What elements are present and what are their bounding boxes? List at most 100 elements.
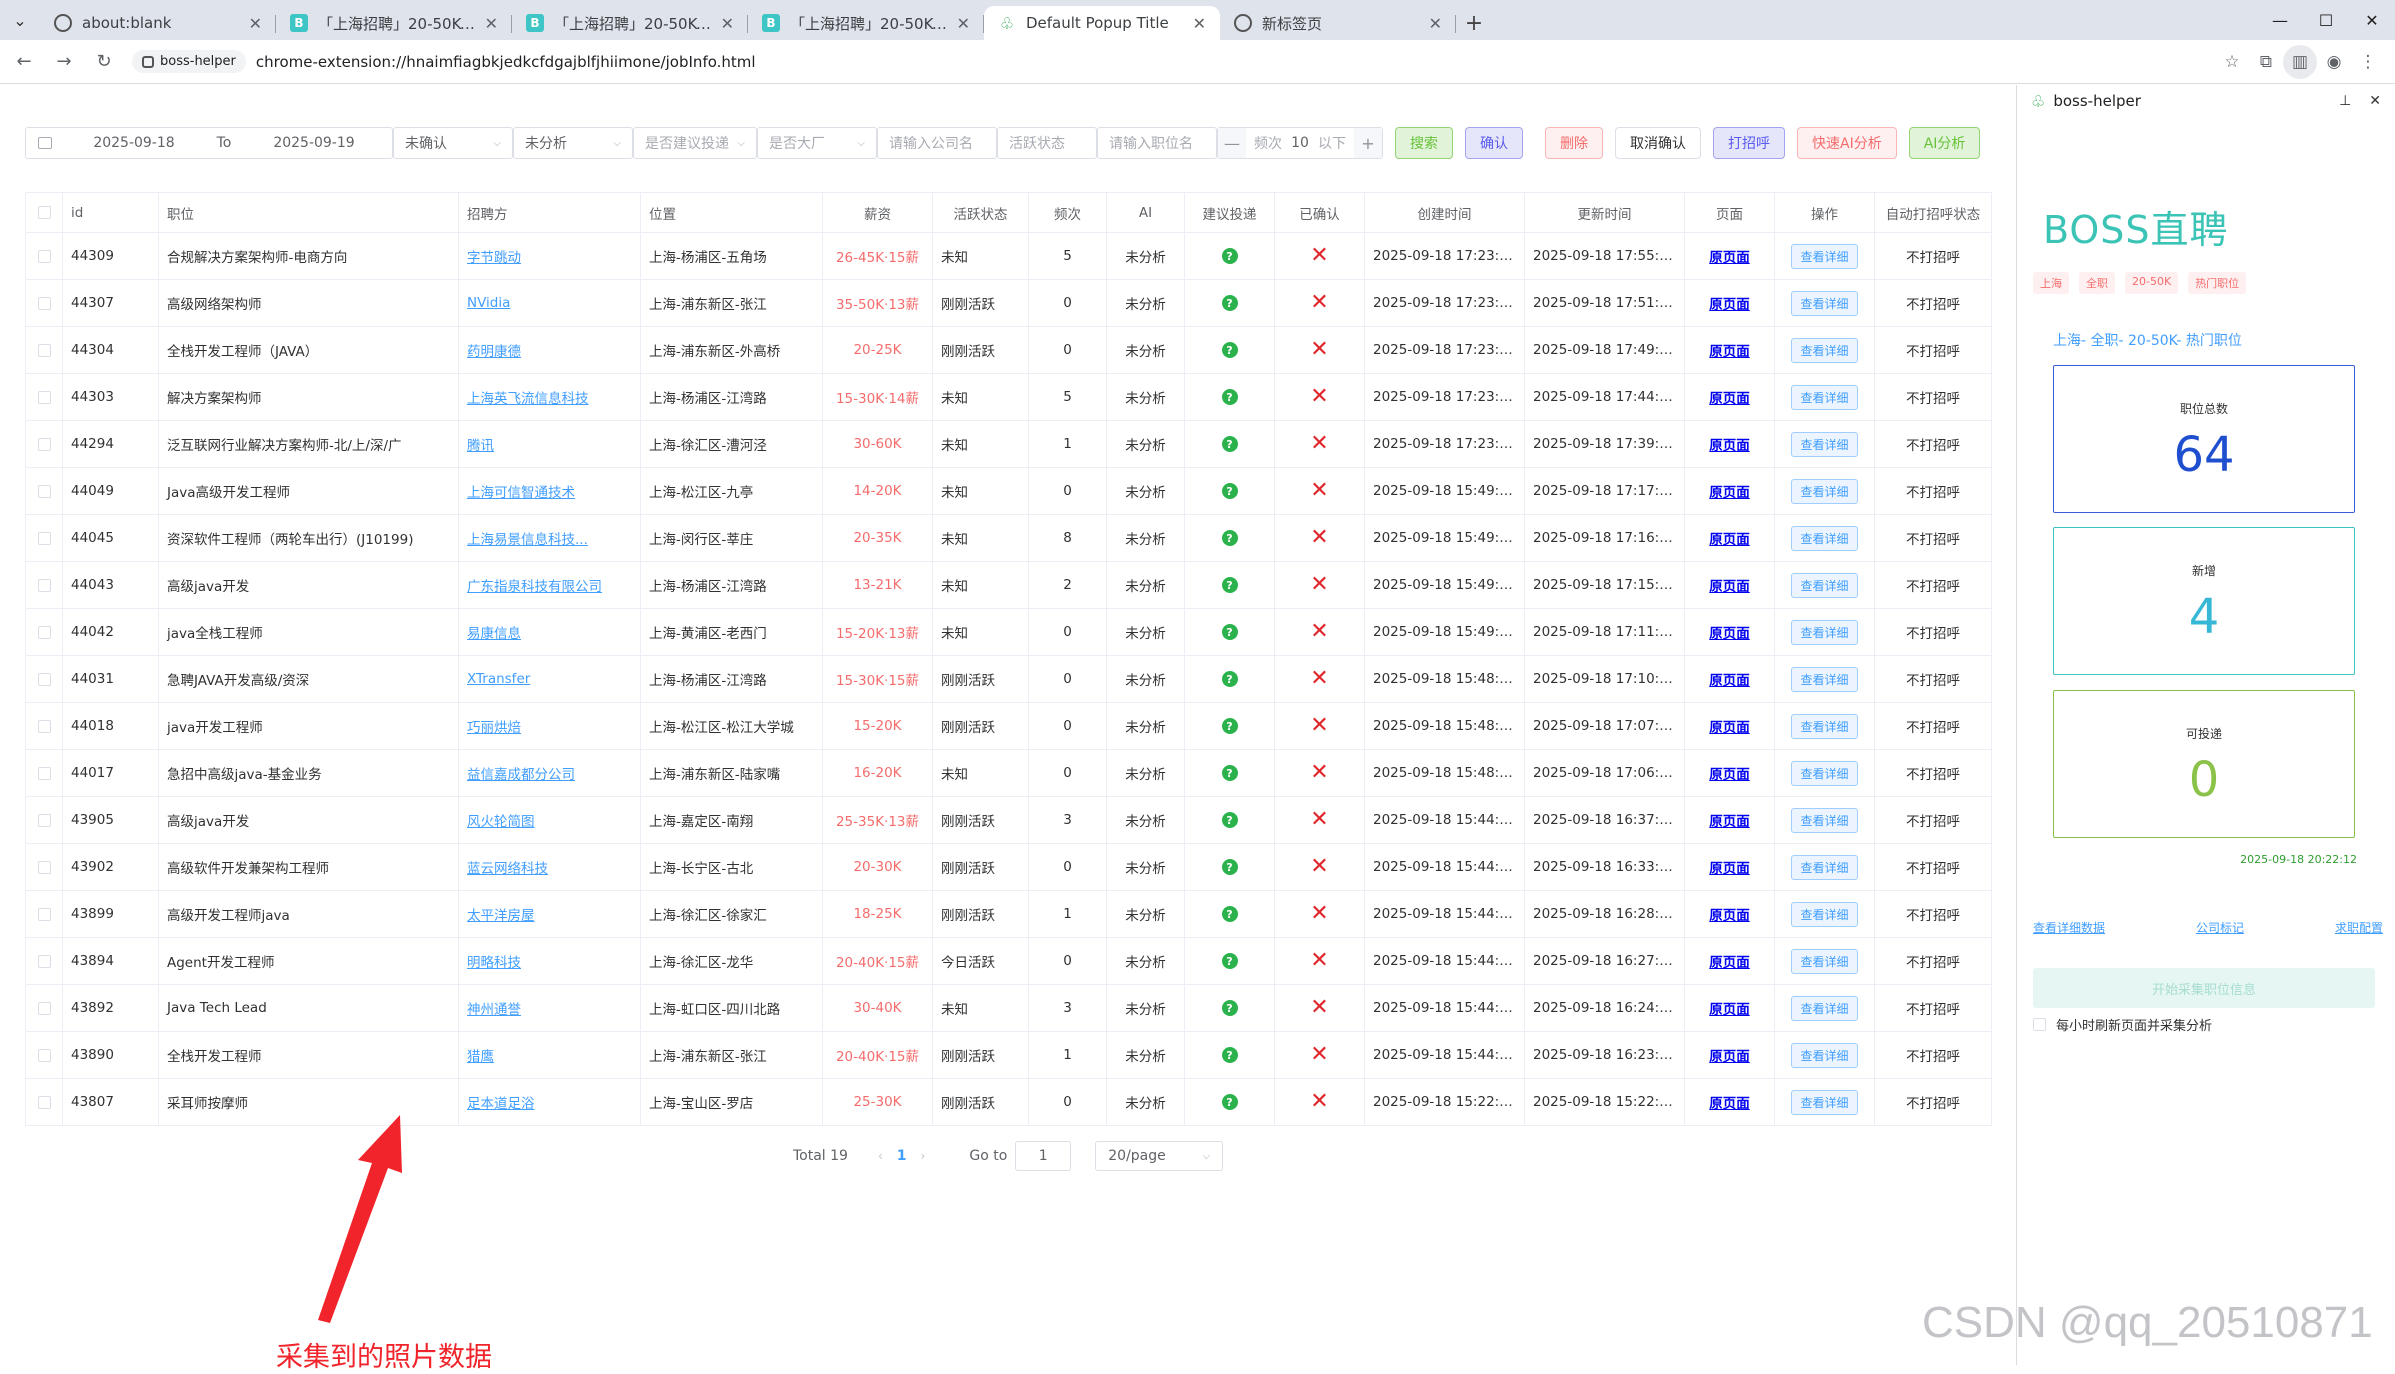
original-page-link[interactable]: 原页面 (1709, 1096, 1750, 1112)
frequency-stepper[interactable]: — 频次 10 以下 + (1217, 127, 1383, 159)
profile-icon[interactable]: ◉ (2317, 45, 2351, 79)
original-page-link[interactable]: 原页面 (1709, 250, 1750, 266)
decrement-button[interactable]: — (1218, 128, 1246, 158)
analysis-select[interactable]: 未分析 ⌵ (513, 127, 633, 159)
row-checkbox[interactable] (37, 249, 51, 263)
row-checkbox[interactable] (37, 296, 51, 310)
date-from[interactable]: 2025-09-18 (74, 135, 194, 151)
hourly-refresh-option[interactable]: 每小时刷新页面并采集分析 (2033, 1015, 2212, 1034)
table-row[interactable]: 44304 全栈开发工程师（JAVA） 药明康德 上海-浦东新区-外高桥 20-25K 刚… (25, 326, 1992, 374)
table-row[interactable]: 44309 合规解决方案架构师-电商方向 字节跳动 上海-杨浦区-五角场 26-45K·… (25, 232, 1992, 280)
company-link[interactable]: 猎鹰 (467, 1049, 494, 1065)
company-mark-link[interactable]: 公司标记 (2196, 919, 2244, 936)
close-icon[interactable]: ✕ (2369, 93, 2381, 109)
view-detail-button[interactable]: 查看详细 (1791, 1042, 1858, 1068)
pin-icon[interactable]: ⊥ (2339, 93, 2351, 109)
original-page-link[interactable]: 原页面 (1709, 955, 1750, 971)
table-row[interactable]: 44045 资深软件工程师（两轮车出行）(J10199) 上海易景信息科技... 上海… (25, 514, 1992, 562)
extension-chip[interactable]: boss-helper (132, 50, 246, 73)
view-detail-button[interactable]: 查看详细 (1791, 948, 1858, 974)
active-status-input[interactable]: 活跃状态 (997, 127, 1097, 159)
original-page-link[interactable]: 原页面 (1709, 438, 1750, 454)
company-link[interactable]: 上海可信智通技术 (467, 485, 575, 501)
company-link[interactable]: 明略科技 (467, 955, 521, 971)
view-detail-button[interactable]: 查看详细 (1791, 901, 1858, 927)
table-row[interactable]: 44042 java全栈工程师 易康信息 上海-黄浦区-老西门 15-20K·13薪 未知… (25, 608, 1992, 656)
goto-input[interactable]: 1 (1015, 1141, 1072, 1171)
job-config-link[interactable]: 求职配置 (2335, 919, 2383, 936)
original-page-link[interactable]: 原页面 (1709, 344, 1750, 360)
date-range-picker[interactable]: 2025-09-18 To 2025-09-19 (25, 127, 393, 159)
browser-tab[interactable]: B 「上海招聘」20-50K-2025年上海 ✕ (276, 6, 512, 40)
company-link[interactable]: 风火轮简图 (467, 814, 535, 830)
view-detail-button[interactable]: 查看详细 (1791, 760, 1858, 786)
table-row[interactable]: 44031 急聘JAVA开发高级/资深 XTransfer 上海-杨浦区-江湾路 15-… (25, 655, 1992, 703)
view-detail-button[interactable]: 查看详细 (1791, 666, 1858, 692)
company-link[interactable]: 益信嘉成都分公司 (467, 767, 575, 783)
close-tab-icon[interactable]: ✕ (485, 14, 498, 33)
row-checkbox[interactable] (37, 1048, 51, 1062)
table-row[interactable]: 43905 高级java开发 风火轮简图 上海-嘉定区-南翔 25-35K·13薪 刚刚活… (25, 796, 1992, 844)
table-row[interactable]: 43890 全栈开发工程师 猎鹰 上海-浦东新区-张江 20-40K·15薪 刚刚活跃 1 未… (25, 1031, 1992, 1079)
suggest-select[interactable]: 是否建议投递 ⌵ (633, 127, 757, 159)
original-page-link[interactable]: 原页面 (1709, 767, 1750, 783)
company-link[interactable]: 药明康德 (467, 344, 521, 360)
confirm-button[interactable]: 确认 (1465, 127, 1523, 159)
company-link[interactable]: 太平洋房屋 (467, 908, 535, 924)
bigco-select[interactable]: 是否大厂 ⌵ (757, 127, 877, 159)
table-row[interactable]: 43894 Agent开发工程师 明略科技 上海-徐汇区-龙华 20-40K·15薪 今日… (25, 937, 1992, 985)
browser-tab[interactable]: ♧ Default Popup Title ✕ (984, 6, 1220, 40)
tab-search-button[interactable]: ⌄ (0, 0, 40, 40)
column-header[interactable] (25, 192, 63, 233)
table-row[interactable]: 44303 解决方案架构师 上海英飞流信息科技 上海-杨浦区-江湾路 15-30K·14… (25, 373, 1992, 421)
maximize-icon[interactable]: ☐ (2303, 0, 2349, 40)
view-detail-button[interactable]: 查看详细 (1791, 431, 1858, 457)
minimize-icon[interactable]: — (2257, 0, 2303, 40)
table-row[interactable]: 44043 高级java开发 广东指泉科技有限公司 上海-杨浦区-江湾路 13-21K 未… (25, 561, 1992, 609)
row-checkbox[interactable] (37, 813, 51, 827)
view-details-link[interactable]: 查看详细数据 (2033, 919, 2105, 936)
greet-button[interactable]: 打招呼 (1713, 127, 1785, 159)
original-page-link[interactable]: 原页面 (1709, 908, 1750, 924)
prev-page-icon[interactable]: ‹ (878, 1149, 883, 1163)
view-detail-button[interactable]: 查看详细 (1791, 854, 1858, 880)
company-link[interactable]: 上海易景信息科技... (467, 532, 588, 548)
reload-icon[interactable]: ↻ (88, 46, 120, 78)
next-page-icon[interactable]: › (921, 1149, 926, 1163)
new-tab-button[interactable]: + (1456, 6, 1492, 40)
url-text[interactable]: chrome-extension://hnaimfiagbkjedkcfdgaj… (256, 53, 756, 71)
row-checkbox[interactable] (37, 1095, 51, 1109)
company-link[interactable]: 上海英飞流信息科技 (467, 391, 589, 407)
view-detail-button[interactable]: 查看详细 (1791, 478, 1858, 504)
company-link[interactable]: 蓝云网络科技 (467, 861, 548, 877)
close-window-icon[interactable]: ✕ (2349, 0, 2395, 40)
original-page-link[interactable]: 原页面 (1709, 579, 1750, 595)
close-tab-icon[interactable]: ✕ (1193, 14, 1206, 33)
row-checkbox[interactable] (37, 484, 51, 498)
original-page-link[interactable]: 原页面 (1709, 391, 1750, 407)
row-checkbox[interactable] (37, 531, 51, 545)
company-link[interactable]: 广东指泉科技有限公司 (467, 579, 602, 595)
original-page-link[interactable]: 原页面 (1709, 485, 1750, 501)
row-checkbox[interactable] (37, 672, 51, 686)
page-number[interactable]: 1 (897, 1148, 907, 1164)
date-to[interactable]: 2025-09-19 (254, 135, 374, 151)
select-all-checkbox[interactable] (37, 206, 51, 219)
company-link[interactable]: XTransfer (467, 671, 530, 687)
original-page-link[interactable]: 原页面 (1709, 814, 1750, 830)
cancel-confirm-button[interactable]: 取消确认 (1615, 127, 1701, 159)
view-detail-button[interactable]: 查看详细 (1791, 995, 1858, 1021)
row-checkbox[interactable] (37, 954, 51, 968)
row-checkbox[interactable] (37, 343, 51, 357)
company-link[interactable]: 足本道足浴 (467, 1096, 535, 1112)
browser-tab[interactable]: about:blank ✕ (40, 6, 276, 40)
page-size-select[interactable]: 20/page ⌵ (1095, 1141, 1224, 1171)
row-checkbox[interactable] (37, 1001, 51, 1015)
browser-tab[interactable]: 新标签页 ✕ (1220, 6, 1456, 40)
company-link[interactable]: NVidia (467, 295, 510, 311)
row-checkbox[interactable] (37, 719, 51, 733)
company-link[interactable]: 易康信息 (467, 626, 521, 642)
row-checkbox[interactable] (37, 766, 51, 780)
confirm-select[interactable]: 未确认 ⌵ (393, 127, 513, 159)
view-detail-button[interactable]: 查看详细 (1791, 290, 1858, 316)
